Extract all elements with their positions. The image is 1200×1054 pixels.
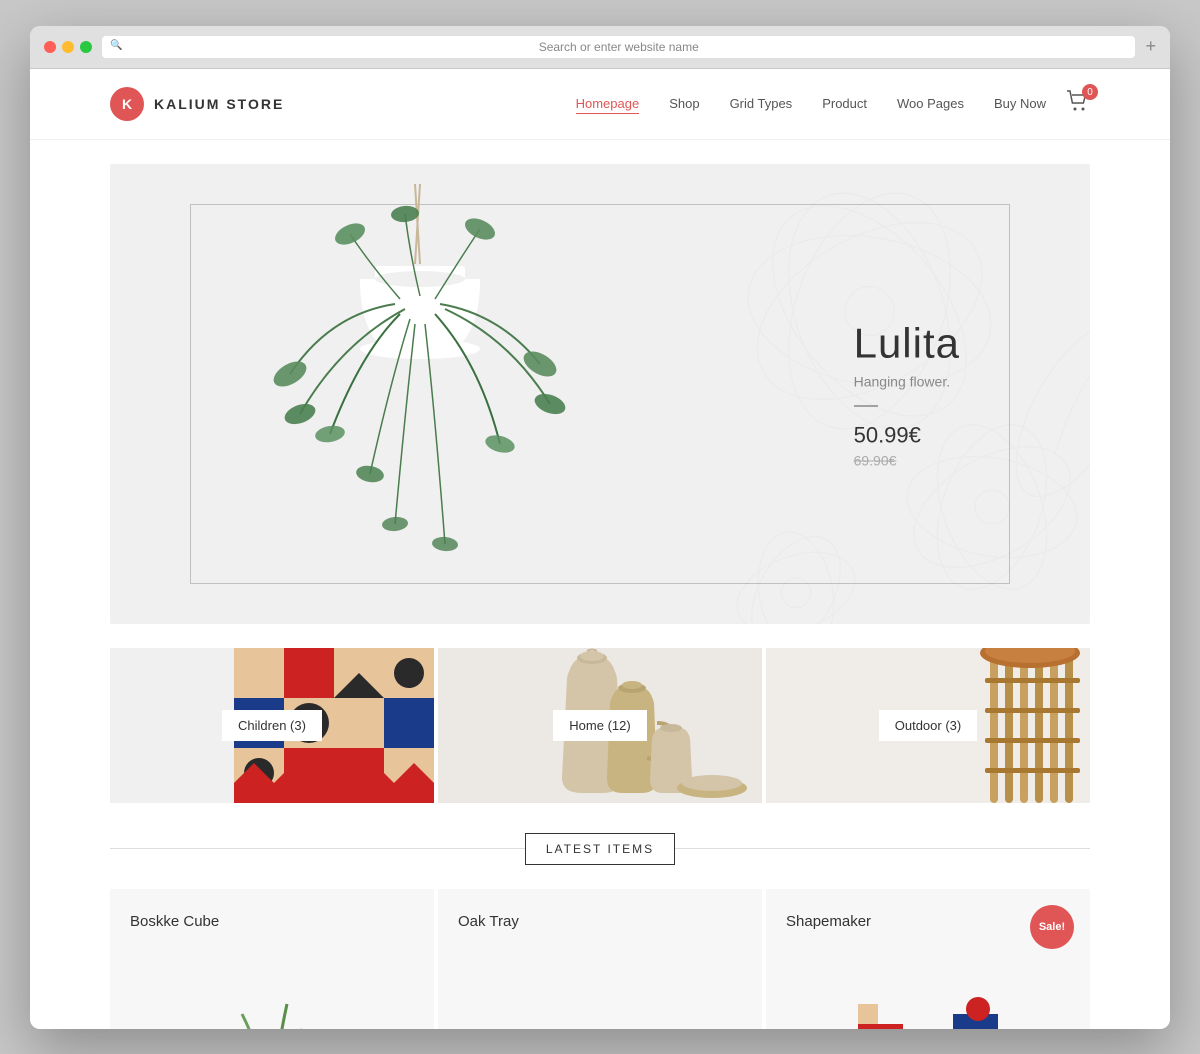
- nav-item-homepage[interactable]: Homepage: [576, 95, 640, 113]
- hanging-plant-svg: [250, 184, 590, 604]
- logo-icon: K: [110, 87, 144, 121]
- cart-icon[interactable]: 0: [1066, 90, 1090, 117]
- category-home-label: Home (12): [553, 710, 646, 741]
- logo-text: KALIUM STORE: [154, 96, 284, 112]
- hero-old-price: 69.90€: [854, 452, 960, 468]
- minimize-button[interactable]: [62, 41, 74, 53]
- product-card-boskke[interactable]: Boskke Cube: [110, 889, 434, 1029]
- categories-section: Children (3): [110, 648, 1090, 803]
- main-nav: K KALIUM STORE Homepage Shop Grid Types …: [30, 69, 1170, 140]
- address-bar[interactable]: Search or enter website name: [102, 36, 1135, 58]
- oak-tray-illustration: [520, 974, 680, 1029]
- close-button[interactable]: [44, 41, 56, 53]
- cart-badge: 0: [1082, 84, 1098, 100]
- address-text: Search or enter website name: [539, 40, 699, 54]
- logo[interactable]: K KALIUM STORE: [110, 87, 284, 121]
- product-thumb-oak: [438, 954, 762, 1029]
- nav-item-product[interactable]: Product: [822, 95, 867, 113]
- nav-link-homepage[interactable]: Homepage: [576, 96, 640, 114]
- boskke-illustration: [192, 974, 352, 1029]
- traffic-lights: [44, 41, 92, 53]
- product-name-shapemaker: Shapemaker: [786, 913, 1070, 930]
- browser-chrome: Search or enter website name +: [30, 26, 1170, 69]
- nav-item-woo-pages[interactable]: Woo Pages: [897, 95, 964, 113]
- sale-badge: Sale!: [1030, 905, 1074, 949]
- nav-link-woo-pages[interactable]: Woo Pages: [897, 96, 964, 111]
- hero-subtitle: Hanging flower.: [854, 373, 960, 389]
- nav-link-grid-types[interactable]: Grid Types: [730, 96, 793, 111]
- latest-items-divider: LATEST ITEMS: [110, 833, 1090, 865]
- category-children[interactable]: Children (3): [110, 648, 434, 803]
- hero-title: Lulita: [854, 319, 960, 367]
- category-outdoor-label: Outdoor (3): [879, 710, 977, 741]
- browser-window: Search or enter website name + K KALIUM …: [30, 26, 1170, 1029]
- hero-section: Lulita Hanging flower. 50.99€ 69.90€: [110, 164, 1090, 624]
- nav-links: Homepage Shop Grid Types Product Woo Pag…: [576, 95, 1046, 113]
- hero-price: 50.99€: [854, 422, 960, 448]
- section-title-latest: LATEST ITEMS: [525, 833, 675, 865]
- shapemaker-illustration: [848, 984, 1008, 1029]
- nav-link-buy-now[interactable]: Buy Now: [994, 96, 1046, 111]
- category-home[interactable]: Home (12): [438, 648, 762, 803]
- svg-text:K: K: [122, 96, 132, 112]
- product-thumb-shapemaker: [766, 954, 1090, 1029]
- product-name-boskke: Boskke Cube: [130, 913, 414, 930]
- product-name-oak: Oak Tray: [458, 913, 742, 930]
- nav-item-grid-types[interactable]: Grid Types: [730, 95, 793, 113]
- hero-text: Lulita Hanging flower. 50.99€ 69.90€: [854, 319, 960, 468]
- nav-item-shop[interactable]: Shop: [669, 95, 699, 113]
- plant-container: [230, 164, 610, 624]
- nav-link-shop[interactable]: Shop: [669, 96, 699, 111]
- hero-divider: [854, 405, 878, 406]
- product-card-inner-boskke: Boskke Cube: [110, 889, 434, 946]
- category-children-label: Children (3): [222, 710, 322, 741]
- category-outdoor[interactable]: Outdoor (3): [766, 648, 1090, 803]
- browser-content: K KALIUM STORE Homepage Shop Grid Types …: [30, 69, 1170, 1029]
- product-thumb-boskke: [110, 954, 434, 1029]
- maximize-button[interactable]: [80, 41, 92, 53]
- product-card-shapemaker[interactable]: Sale! Shapemaker: [766, 889, 1090, 1029]
- new-tab-button[interactable]: +: [1145, 36, 1156, 57]
- nav-link-product[interactable]: Product: [822, 96, 867, 111]
- divider-left: [110, 848, 525, 849]
- product-card-inner-oak: Oak Tray: [438, 889, 762, 946]
- divider-right: [675, 848, 1090, 849]
- nav-item-buy-now[interactable]: Buy Now: [994, 95, 1046, 113]
- product-card-oak[interactable]: Oak Tray: [438, 889, 762, 1029]
- products-grid: Boskke Cube: [110, 889, 1090, 1029]
